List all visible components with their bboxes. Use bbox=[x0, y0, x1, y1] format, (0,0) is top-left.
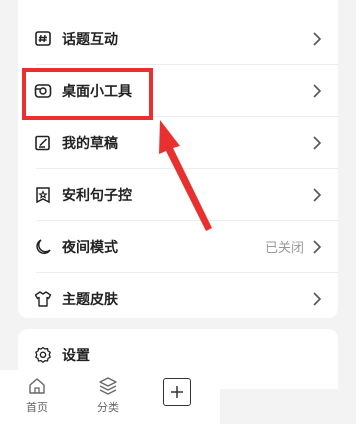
tab-home[interactable]: 首页 bbox=[17, 376, 57, 415]
menu-item-label: 安利句子控 bbox=[62, 187, 132, 204]
moon-icon bbox=[34, 238, 52, 256]
chevron-right-icon bbox=[312, 135, 322, 150]
chevron-right-icon bbox=[312, 187, 322, 202]
hashtag-chat-icon bbox=[34, 30, 52, 48]
chevron-right-icon bbox=[312, 239, 322, 254]
menu-item-label: 主题皮肤 bbox=[62, 291, 118, 308]
menu-item-themes[interactable]: 主题皮肤 bbox=[18, 273, 338, 324]
chevron-right-icon bbox=[312, 291, 322, 306]
widget-icon bbox=[34, 82, 52, 100]
tab-label: 分类 bbox=[97, 401, 119, 414]
pointer-arrow-icon bbox=[159, 120, 212, 231]
add-button[interactable] bbox=[163, 378, 191, 406]
menu-item-label: 设置 bbox=[62, 347, 90, 364]
tab-category[interactable]: 分类 bbox=[88, 376, 128, 415]
menu-item-label: 话题互动 bbox=[62, 31, 118, 48]
tshirt-icon bbox=[34, 290, 52, 308]
chevron-right-icon bbox=[312, 31, 322, 46]
menu-item-label: 我的草稿 bbox=[62, 135, 118, 152]
draft-edit-icon bbox=[34, 134, 52, 152]
chevron-right-icon bbox=[312, 83, 322, 98]
layers-icon bbox=[98, 376, 118, 396]
menu-item-topics[interactable]: 话题互动 bbox=[18, 13, 338, 64]
tab-label: 首页 bbox=[26, 401, 48, 414]
night-mode-status: 已关闭 bbox=[264, 241, 304, 256]
menu-item-label: 夜间模式 bbox=[62, 239, 118, 256]
menu-item-label: 桌面小工具 bbox=[62, 83, 132, 100]
star-bookmark-icon bbox=[34, 186, 52, 204]
gear-icon bbox=[34, 346, 52, 364]
menu-item-widgets[interactable]: 桌面小工具 bbox=[18, 65, 338, 116]
home-icon bbox=[27, 376, 47, 396]
plus-icon bbox=[171, 386, 183, 398]
